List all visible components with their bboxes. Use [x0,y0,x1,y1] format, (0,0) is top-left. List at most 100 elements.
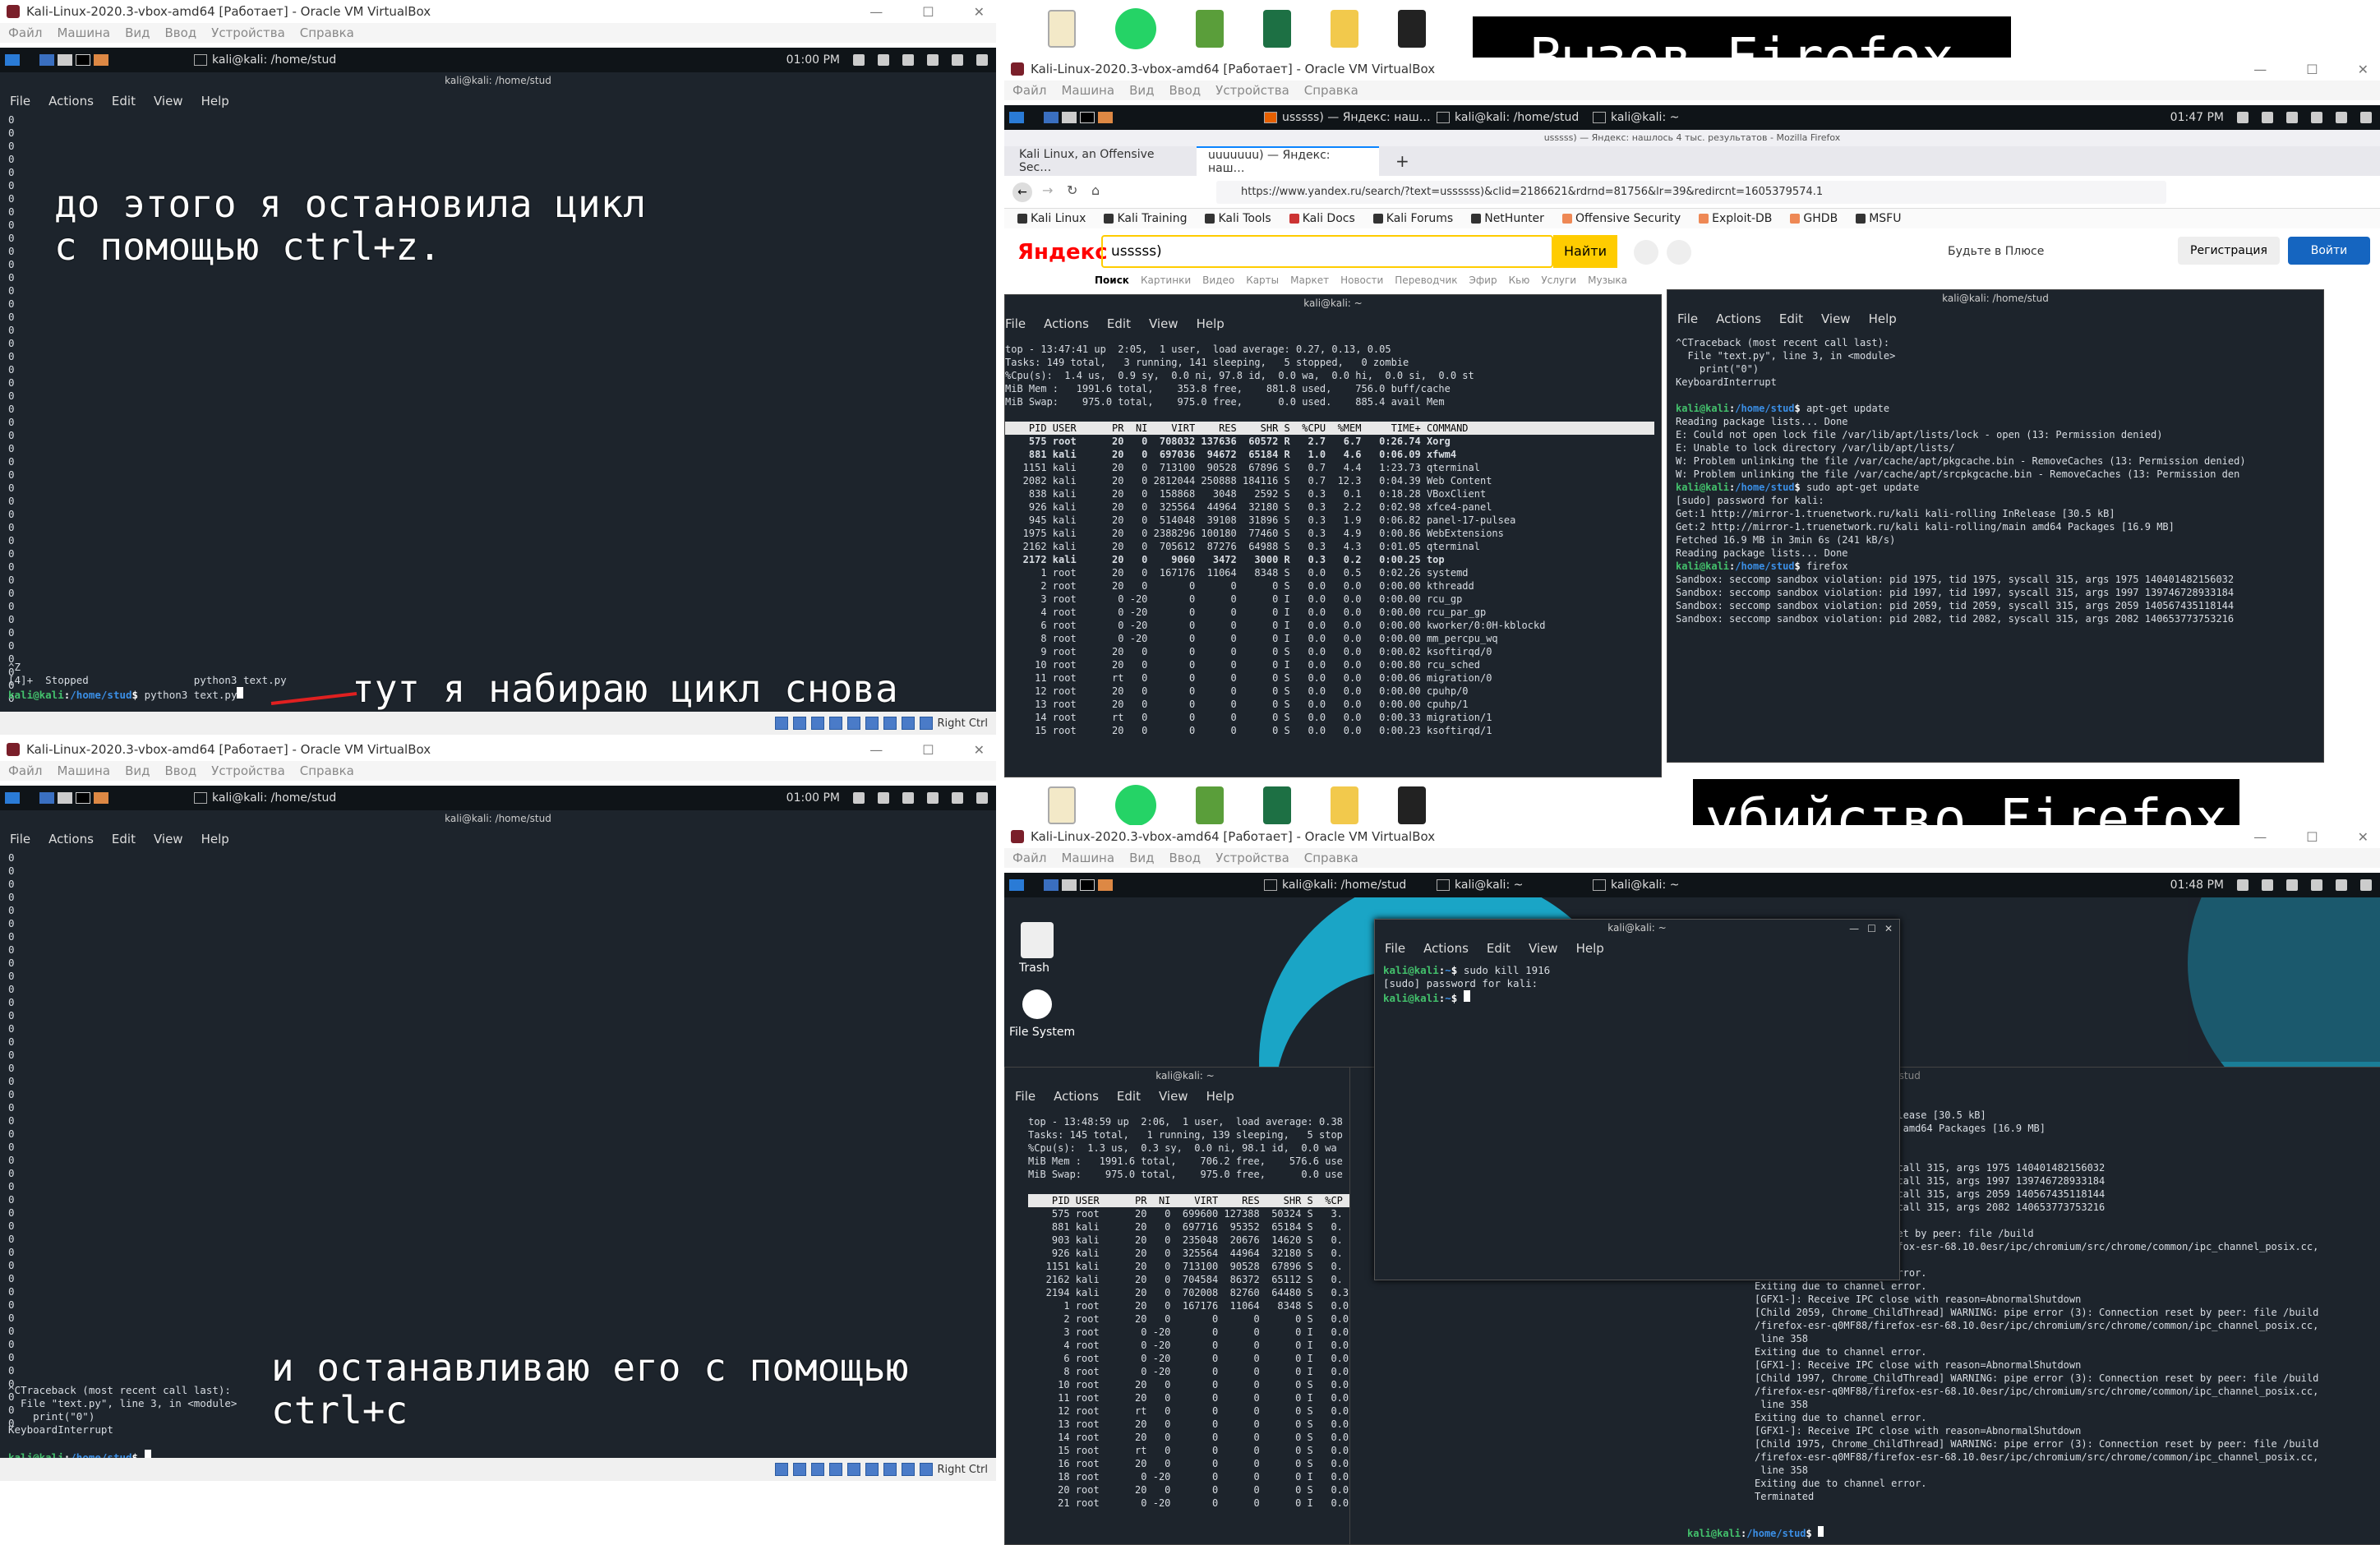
term-menu-help[interactable]: Help [1197,316,1225,331]
browser-icon[interactable] [1098,879,1113,891]
bookmark-kali-training[interactable]: Kali Training [1104,212,1187,225]
menu-help[interactable]: Справка [1304,851,1358,865]
taskbar-item-terminal-root[interactable]: kali@kali: ~ [1437,879,1523,892]
menu-view[interactable]: Вид [125,763,150,778]
minimize-icon[interactable]: — [869,4,883,20]
maximize-icon[interactable]: ☐ [2306,62,2318,77]
tab-yandex[interactable]: uuuuuuu) — Яндекс: наш… [1197,146,1379,176]
bookmark-kali-forums[interactable]: Kali Forums [1372,212,1453,225]
term-menu-edit[interactable]: Edit [1117,1089,1141,1104]
bookmark-kali-docs[interactable]: Kali Docs [1289,212,1355,225]
maximize-icon[interactable]: ☐ [2306,829,2318,845]
taskbar-item-terminal-root[interactable]: kali@kali: ~ [1593,111,1679,124]
filter-icon[interactable] [1667,240,1691,265]
term-menu-help[interactable]: Help [1206,1089,1234,1104]
close-icon[interactable]: ✕ [974,4,985,20]
search-input[interactable]: usssss) [1101,235,1553,268]
folder-icon[interactable] [1331,10,1358,48]
minimize-icon[interactable]: — [1849,923,1859,934]
term-menu-actions[interactable]: Actions [1716,311,1761,326]
term-menu-help[interactable]: Help [201,94,229,108]
browser-icon[interactable] [94,792,108,804]
excel-icon[interactable] [1263,786,1291,824]
term-menu-edit[interactable]: Edit [1107,316,1131,331]
menu-view[interactable]: Вид [125,25,150,40]
term-menu-actions[interactable]: Actions [48,94,94,108]
whatsapp-icon[interactable] [1115,785,1156,826]
login-button[interactable]: Войти [2288,237,2370,265]
term-menu-actions[interactable]: Actions [1054,1089,1099,1104]
menu-help[interactable]: Справка [300,763,354,778]
menu-machine[interactable]: Машина [1061,851,1114,865]
menu-devices[interactable]: Устройства [211,25,285,40]
menu-devices[interactable]: Устройства [1215,83,1289,98]
menu-file[interactable]: Файл [8,763,42,778]
menu-machine[interactable]: Машина [57,25,110,40]
kali-menu-icon[interactable] [1009,112,1024,123]
menu-machine[interactable]: Машина [1061,83,1114,98]
search-tab-market[interactable]: Маркет [1290,274,1329,286]
search-button[interactable]: Найти [1553,235,1617,268]
menu-help[interactable]: Справка [300,25,354,40]
terminal-icon[interactable] [76,54,90,66]
term-menu-file[interactable]: File [1677,311,1698,326]
search-tab-q[interactable]: Кью [1509,274,1530,286]
menu-file[interactable]: Файл [1012,851,1046,865]
excel-icon[interactable] [1263,10,1291,48]
file-icon[interactable] [1398,786,1426,824]
workspace-icon[interactable] [39,54,54,66]
whatsapp-icon[interactable] [1115,8,1156,49]
new-tab-button[interactable]: + [1384,146,1409,176]
close-icon[interactable]: ✕ [974,742,985,758]
term-menu-file[interactable]: File [1385,941,1405,956]
files-icon[interactable] [58,792,72,804]
maximize-icon[interactable]: ☐ [922,4,934,20]
files-icon[interactable] [1062,112,1077,123]
plus-promo[interactable]: Будьте в Плюсе [1948,245,2044,258]
bookmark-kali-tools[interactable]: Kali Tools [1205,212,1271,225]
document-icon[interactable] [1048,10,1076,48]
term-menu-actions[interactable]: Actions [1423,941,1469,956]
workspace-icon[interactable] [1044,112,1059,123]
bookmark-offsec[interactable]: Offensive Security [1561,212,1681,225]
bookmark-ghdb[interactable]: GHDB [1790,212,1838,225]
term-menu-view[interactable]: View [1821,311,1851,326]
app-icon[interactable] [1196,10,1224,48]
search-tab-efir[interactable]: Эфир [1469,274,1497,286]
close-icon[interactable]: ✕ [2358,62,2368,77]
filesystem-icon[interactable] [1022,989,1052,1019]
term-menu-view[interactable]: View [154,94,183,108]
taskbar-item-terminal-home[interactable]: kali@kali: /home/stud [1264,879,1406,892]
search-tab-images[interactable]: Картинки [1141,274,1191,286]
close-icon[interactable]: ✕ [1884,923,1893,934]
register-button[interactable]: Регистрация [2178,237,2280,265]
menu-view[interactable]: Вид [1129,851,1154,865]
term-menu-view[interactable]: View [154,832,183,846]
kali-menu-icon[interactable] [5,54,20,66]
term-menu-file[interactable]: File [1015,1089,1035,1104]
taskbar-item-terminal[interactable]: kali@kali: /home/stud [194,791,336,805]
term-menu-file[interactable]: File [10,832,30,846]
menu-input[interactable]: Ввод [164,25,196,40]
term-menu-help[interactable]: Help [201,832,229,846]
menu-help[interactable]: Справка [1304,83,1358,98]
menu-file[interactable]: Файл [8,25,42,40]
menu-input[interactable]: Ввод [1169,83,1201,98]
menu-devices[interactable]: Устройства [1215,851,1289,865]
search-tab-services[interactable]: Услуги [1541,274,1576,286]
kali-menu-icon[interactable] [5,792,20,804]
term-menu-file[interactable]: File [1005,316,1026,331]
menu-devices[interactable]: Устройства [211,763,285,778]
mic-icon[interactable] [1634,240,1658,265]
forward-button[interactable]: → [1042,182,1053,198]
menu-view[interactable]: Вид [1129,83,1154,98]
term-menu-help[interactable]: Help [1576,941,1604,956]
search-tab-search[interactable]: Поиск [1095,274,1129,286]
terminal-icon[interactable] [1080,112,1095,123]
workspace-icon[interactable] [39,792,54,804]
term-menu-view[interactable]: View [1149,316,1178,331]
term-menu-edit[interactable]: Edit [112,94,136,108]
search-tab-video[interactable]: Видео [1202,274,1234,286]
files-icon[interactable] [1062,879,1077,891]
workspace-icon[interactable] [1044,879,1059,891]
